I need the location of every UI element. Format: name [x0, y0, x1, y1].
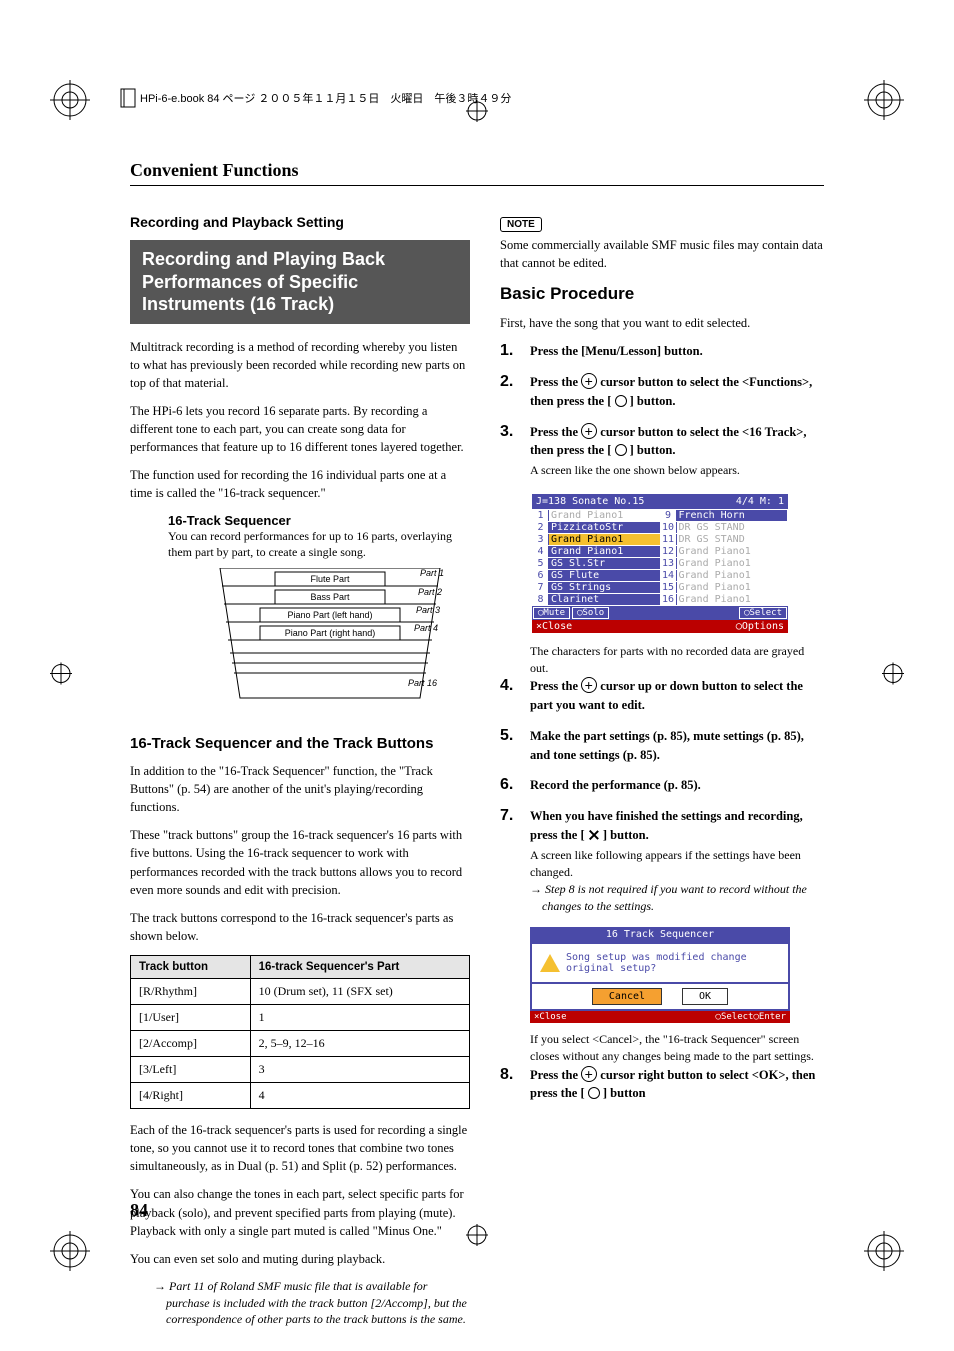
step-3: 3. Press the cursor button to select the… — [500, 423, 824, 480]
diagram-label-3: Part 3 — [416, 605, 440, 615]
screen-confirm: 16 Track Sequencer Song setup was modifi… — [530, 927, 790, 1023]
intro-text: First, have the song that you want to ed… — [500, 314, 824, 332]
section-label: Recording and Playback Setting — [130, 214, 470, 230]
crop-mark-br — [864, 1231, 904, 1271]
screen-cell: 1Grand Piano1 — [533, 510, 660, 521]
table-row: [1/User]1 — [131, 1005, 470, 1031]
crop-mark-tr — [864, 80, 904, 120]
screen-cell: 4Grand Piano1 — [533, 546, 660, 557]
header-meta-text: HPi-6-e.book 84 ページ ２００５年１１月１５日 火曜日 午後３時… — [140, 90, 511, 106]
table-row: [2/Accomp]2, 5–9, 12–16 — [131, 1031, 470, 1057]
para-7: Each of the 16-track sequencer's parts i… — [130, 1121, 470, 1175]
diagram-label-2: Part 2 — [418, 587, 442, 597]
right-column: NOTE Some commercially available SMF mus… — [500, 214, 824, 1328]
page-number: 84 — [130, 1200, 148, 1221]
sequencer-diagram: Flute Part Part 1 Bass Part Part 2 Piano… — [190, 568, 470, 711]
circle-button-icon — [615, 444, 627, 456]
diagram-box-2: Bass Part — [310, 592, 350, 602]
step-4: 4. Press the cursor up or down button to… — [500, 677, 824, 715]
left-column: Recording and Playback Setting Recording… — [130, 214, 470, 1328]
screen-cell: 2PizzicatoStr — [533, 522, 660, 533]
reg-mark-bottom — [466, 1224, 488, 1251]
th-1: 16-track Sequencer's Part — [250, 956, 469, 979]
th-0: Track button — [131, 956, 251, 979]
circle-button-icon — [588, 1087, 600, 1099]
para-8: You can also change the tones in each pa… — [130, 1185, 470, 1239]
screen-cell: 9French Horn — [661, 510, 788, 521]
cursor-icon — [581, 423, 597, 439]
para-3: The function used for recording the 16 i… — [130, 466, 470, 502]
diagram-label-last: Part 16 — [408, 678, 437, 688]
cancel-button[interactable]: Cancel — [592, 988, 662, 1005]
step-2: 2. Press the cursor button to select the… — [500, 373, 824, 411]
step-8: 8. Press the cursor right button to sele… — [500, 1066, 824, 1104]
screen-cell: 11DR GS STAND — [661, 534, 788, 545]
para-1: Multitrack recording is a method of reco… — [130, 338, 470, 392]
screen-16track: J=138 Sonate No.154/4 M: 1 1Grand Piano1… — [530, 492, 790, 635]
header-meta: HPi-6-e.book 84 ページ ２００５年１１月１５日 火曜日 午後３時… — [120, 88, 511, 108]
crop-mark-tl — [50, 80, 90, 120]
sequencer-body: You can record performances for up to 16… — [168, 528, 470, 560]
screen-cell: 5GS Sl.Str — [533, 558, 660, 569]
inverse-title: Recording and Playing Back Performances … — [142, 248, 458, 316]
table-row: [R/Rhythm]10 (Drum set), 11 (SFX set) — [131, 979, 470, 1005]
screen-cell: 13Grand Piano1 — [661, 558, 788, 569]
running-head: Convenient Functions — [130, 160, 824, 181]
warning-icon — [540, 954, 560, 972]
step-6: 6. Record the performance (p. 85). — [500, 776, 824, 795]
inverse-title-box: Recording and Playing Back Performances … — [130, 240, 470, 324]
screen-cell: 15Grand Piano1 — [661, 582, 788, 593]
h2-basic-procedure: Basic Procedure — [500, 284, 824, 304]
diagram-label-4: Part 4 — [414, 623, 438, 633]
diagram-label-1: Part 1 — [420, 568, 444, 578]
crop-mark-bl — [50, 1231, 90, 1271]
step-5: 5. Make the part settings (p. 85), mute … — [500, 727, 824, 765]
step-1: 1. Press the [Menu/Lesson] button. — [500, 342, 824, 361]
diagram-box-1: Flute Part — [310, 574, 350, 584]
arrow-note-left: → Part 11 of Roland SMF music file that … — [154, 1278, 470, 1328]
para-6: The track buttons correspond to the 16-t… — [130, 909, 470, 945]
cross-button-icon — [588, 829, 600, 841]
ok-button[interactable]: OK — [682, 988, 728, 1005]
screen2-caption: If you select <Cancel>, the "16-track Se… — [530, 1031, 824, 1066]
table-row: [3/Left]3 — [131, 1057, 470, 1083]
screen-cell: 14Grand Piano1 — [661, 570, 788, 581]
para-9: You can even set solo and muting during … — [130, 1250, 470, 1268]
diagram-box-3: Piano Part (left hand) — [287, 610, 372, 620]
screen-cell: 3Grand Piano1 — [533, 534, 660, 545]
book-icon — [120, 88, 136, 108]
note-label: NOTE — [500, 217, 542, 232]
reg-mark-left — [50, 662, 72, 689]
screen-cell: 8Clarinet — [533, 594, 660, 605]
screen-cell: 6GS Flute — [533, 570, 660, 581]
head-rule — [130, 185, 824, 186]
h2-track-buttons: 16-Track Sequencer and the Track Buttons — [130, 735, 470, 752]
reg-mark-right — [882, 662, 904, 689]
cursor-icon — [581, 1066, 597, 1082]
screen-cell: 16Grand Piano1 — [661, 594, 788, 605]
step-7: 7. When you have finished the settings a… — [500, 807, 824, 915]
diagram-box-4: Piano Part (right hand) — [285, 628, 376, 638]
sequencer-heading: 16-Track Sequencer — [168, 513, 470, 528]
note-text: Some commercially available SMF music fi… — [500, 236, 824, 272]
cursor-icon — [581, 677, 597, 693]
screen-cell: 12Grand Piano1 — [661, 546, 788, 557]
circle-button-icon — [615, 395, 627, 407]
track-button-table: Track button 16-track Sequencer's Part [… — [130, 955, 470, 1109]
para-2: The HPi-6 lets you record 16 separate pa… — [130, 402, 470, 456]
screen1-caption: The characters for parts with no recorde… — [530, 643, 824, 678]
screen-cell: 7GS Strings — [533, 582, 660, 593]
cursor-icon — [581, 373, 597, 389]
screen-cell: 10DR GS STAND — [661, 522, 788, 533]
para-5: These "track buttons" group the 16-track… — [130, 826, 470, 899]
para-4: In addition to the "16-Track Sequencer" … — [130, 762, 470, 816]
table-row: [4/Right]4 — [131, 1083, 470, 1109]
